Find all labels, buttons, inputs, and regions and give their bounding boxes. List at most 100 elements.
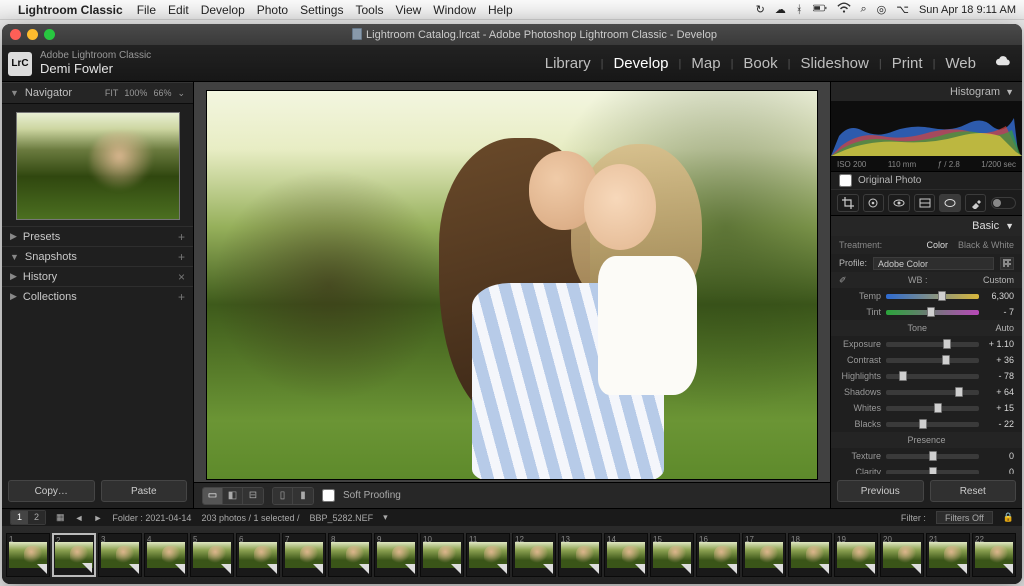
panel-presets[interactable]: ▶Presets+ xyxy=(2,226,193,246)
battery-icon[interactable] xyxy=(813,1,827,18)
wb-mode-dropdown[interactable]: Custom xyxy=(983,275,1014,285)
menu-window[interactable]: Window xyxy=(433,3,476,17)
nav-mode-66[interactable]: 66% xyxy=(153,88,171,99)
copy-button[interactable]: Copy… xyxy=(8,480,95,502)
snapshots-add-icon[interactable]: + xyxy=(178,250,185,264)
slider-thumb[interactable] xyxy=(943,339,951,349)
tone-auto-button[interactable]: Auto xyxy=(995,323,1014,333)
filmstrip-cell[interactable]: 18 xyxy=(788,533,832,577)
navigator-thumbnail[interactable] xyxy=(16,112,180,220)
nav-mode-dropdown-icon[interactable]: ⌄ xyxy=(177,88,185,99)
slider-highlights[interactable]: Highlights- 78 xyxy=(831,368,1022,384)
wifi-icon[interactable] xyxy=(837,1,851,18)
history-clear-icon[interactable]: × xyxy=(178,270,185,284)
filmstrip-cell[interactable]: 5 xyxy=(190,533,234,577)
treatment-bw[interactable]: Black & White xyxy=(958,240,1014,250)
filmstrip-cell[interactable]: 9 xyxy=(374,533,418,577)
view-before-icon[interactable]: ▯ xyxy=(273,488,293,504)
filter-lock-icon[interactable]: 🔒 xyxy=(1003,512,1014,523)
presets-add-icon[interactable]: + xyxy=(178,230,185,244)
filmstrip-cell[interactable]: 21 xyxy=(926,533,970,577)
display-1[interactable]: 1 xyxy=(11,511,28,524)
menu-tools[interactable]: Tools xyxy=(355,3,383,17)
filmstrip-cell[interactable]: 19 xyxy=(834,533,878,577)
slider-clarity[interactable]: Clarity0 xyxy=(831,464,1022,474)
slider-thumb[interactable] xyxy=(927,307,935,317)
panel-history[interactable]: ▶History× xyxy=(2,266,193,286)
wb-dropper-icon[interactable]: ✐ xyxy=(839,275,847,286)
spot-removal-icon[interactable] xyxy=(863,194,885,212)
crop-tool-icon[interactable] xyxy=(837,194,859,212)
bluetooth-icon[interactable]: ᚼ xyxy=(796,4,803,16)
module-slideshow[interactable]: Slideshow xyxy=(790,55,878,72)
slider-whites[interactable]: Whites+ 15 xyxy=(831,400,1022,416)
display-2[interactable]: 2 xyxy=(28,511,45,524)
slider-thumb[interactable] xyxy=(899,371,907,381)
filmstrip-cell[interactable]: 17 xyxy=(742,533,786,577)
filmstrip-cell[interactable]: 8 xyxy=(328,533,372,577)
treatment-color[interactable]: Color xyxy=(926,240,948,250)
soft-proofing-checkbox[interactable] xyxy=(322,489,335,502)
sync-icon[interactable]: ↻ xyxy=(756,3,765,16)
slider-blacks[interactable]: Blacks- 22 xyxy=(831,416,1022,432)
siri-icon[interactable]: ◎ xyxy=(877,3,887,16)
filename-dropdown-icon[interactable]: ▾ xyxy=(383,512,388,523)
filmstrip-cell[interactable]: 16 xyxy=(696,533,740,577)
filmstrip[interactable]: 12345678910111213141516171819202122 xyxy=(2,526,1022,584)
module-print[interactable]: Print xyxy=(882,55,933,72)
filmstrip-cell[interactable]: 15 xyxy=(650,533,694,577)
histogram-header[interactable]: Histogram▼ xyxy=(831,82,1022,102)
menu-edit[interactable]: Edit xyxy=(168,3,189,17)
graduated-filter-icon[interactable] xyxy=(914,194,936,212)
window-zoom-button[interactable] xyxy=(44,29,55,40)
redeye-tool-icon[interactable] xyxy=(888,194,910,212)
collections-add-icon[interactable]: + xyxy=(178,290,185,304)
panel-collections[interactable]: ▶Collections+ xyxy=(2,286,193,306)
menu-app[interactable]: Lightroom Classic xyxy=(18,3,123,17)
module-develop[interactable]: Develop xyxy=(603,55,678,72)
nav-mode-100[interactable]: 100% xyxy=(124,88,147,99)
reset-button[interactable]: Reset xyxy=(930,480,1017,502)
previous-button[interactable]: Previous xyxy=(837,480,924,502)
filmstrip-cell[interactable]: 10 xyxy=(420,533,464,577)
slider-temp[interactable]: Temp6,300 xyxy=(831,288,1022,304)
grid-nav-icon[interactable]: ▦ xyxy=(56,512,65,523)
slider-thumb[interactable] xyxy=(942,355,950,365)
slider-thumb[interactable] xyxy=(919,419,927,429)
slider-thumb[interactable] xyxy=(929,451,937,461)
filmstrip-cell[interactable]: 12 xyxy=(512,533,556,577)
profile-browser-icon[interactable] xyxy=(1000,257,1014,270)
view-loupe-icon[interactable]: ▭ xyxy=(203,488,223,504)
filmstrip-cell[interactable]: 20 xyxy=(880,533,924,577)
window-close-button[interactable] xyxy=(10,29,21,40)
view-after-icon[interactable]: ▮ xyxy=(293,488,313,504)
navigator-header[interactable]: ▼ Navigator FIT 100% 66% ⌄ xyxy=(2,82,193,104)
slider-texture[interactable]: Texture0 xyxy=(831,448,1022,464)
menu-help[interactable]: Help xyxy=(488,3,513,17)
develop-canvas[interactable] xyxy=(206,90,818,480)
filmstrip-cell[interactable]: 4 xyxy=(144,533,188,577)
fwd-nav-icon[interactable]: ► xyxy=(93,513,102,523)
control-center-icon[interactable]: ⌥ xyxy=(896,3,909,16)
filter-dropdown[interactable]: Filters Off xyxy=(936,511,993,524)
dropbox-icon[interactable]: ☁︎ xyxy=(775,3,786,16)
original-photo-checkbox[interactable] xyxy=(839,174,852,187)
filmstrip-cell[interactable]: 1 xyxy=(6,533,50,577)
slider-contrast[interactable]: Contrast+ 36 xyxy=(831,352,1022,368)
paste-button[interactable]: Paste xyxy=(101,480,188,502)
module-web[interactable]: Web xyxy=(935,55,986,72)
panel-snapshots[interactable]: ▼Snapshots+ xyxy=(2,246,193,266)
menu-photo[interactable]: Photo xyxy=(257,3,288,17)
back-nav-icon[interactable]: ◄ xyxy=(75,513,84,523)
menu-settings[interactable]: Settings xyxy=(300,3,343,17)
filmstrip-cell[interactable]: 13 xyxy=(558,533,602,577)
filmstrip-cell[interactable]: 11 xyxy=(466,533,510,577)
folder-path[interactable]: Folder : 2021-04-14 xyxy=(112,513,191,523)
adjustment-brush-icon[interactable] xyxy=(965,194,987,212)
filmstrip-cell[interactable]: 3 xyxy=(98,533,142,577)
cloud-sync-icon[interactable] xyxy=(994,56,1012,71)
filmstrip-cell[interactable]: 22 xyxy=(972,533,1016,577)
slider-thumb[interactable] xyxy=(929,467,937,475)
view-before-after-lr-icon[interactable]: ◧ xyxy=(223,488,243,504)
view-before-after-tb-icon[interactable]: ⊟ xyxy=(243,488,263,504)
